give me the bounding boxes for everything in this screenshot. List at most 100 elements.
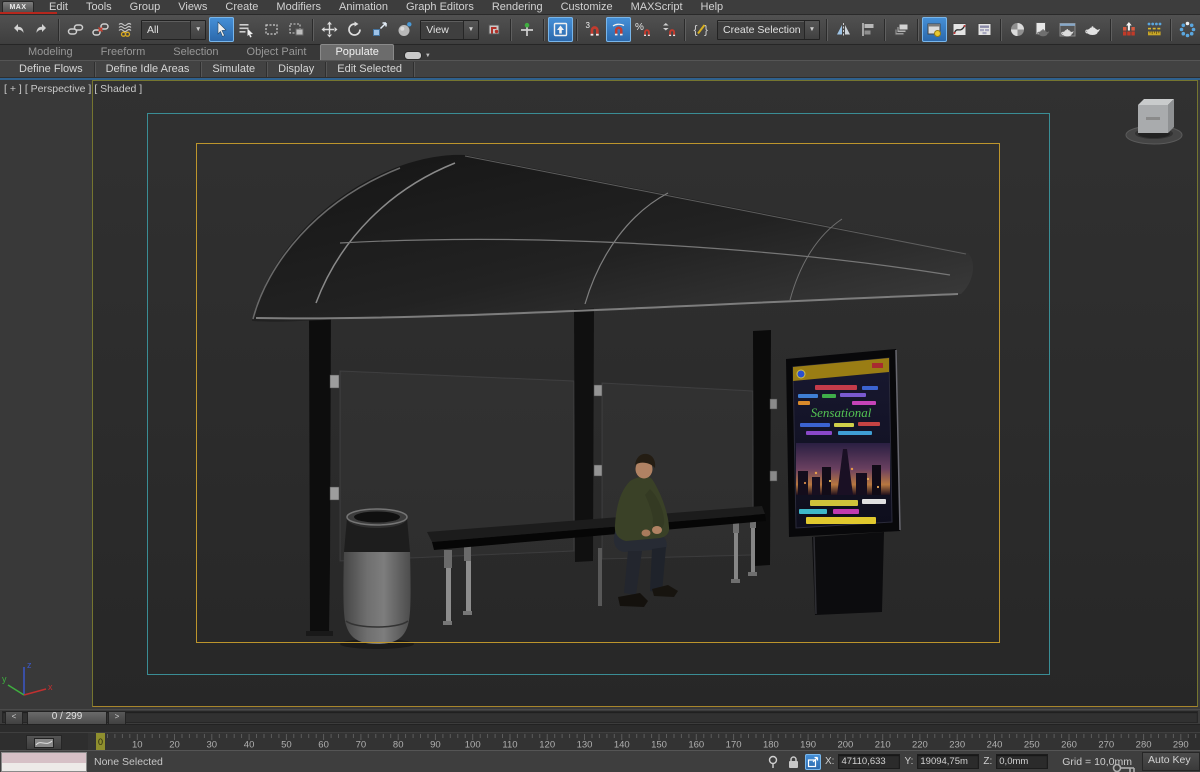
align-button[interactable] xyxy=(856,17,881,42)
toolbar-separator xyxy=(826,19,828,41)
z-coord-label: Z: xyxy=(983,756,992,767)
select-place-button[interactable] xyxy=(392,17,417,42)
tab-freeform[interactable]: Freeform xyxy=(87,45,160,60)
absolute-mode-toggle-icon[interactable] xyxy=(805,754,821,770)
view-cube[interactable] xyxy=(1126,99,1182,144)
select-move-button[interactable] xyxy=(317,17,342,42)
tab-object-paint[interactable]: Object Paint xyxy=(233,45,321,60)
select-scale-button[interactable] xyxy=(367,17,392,42)
layer-manager-button[interactable] xyxy=(889,17,914,42)
z-coord-field[interactable] xyxy=(996,754,1048,769)
populate-idle-button[interactable] xyxy=(1142,17,1167,42)
simulate-button[interactable]: Simulate xyxy=(201,62,267,77)
snap-3d-button[interactable]: 3 xyxy=(581,17,606,42)
tab-modeling[interactable]: Modeling xyxy=(14,45,87,60)
macro-recorder-line[interactable] xyxy=(2,753,86,763)
selection-lock-icon[interactable] xyxy=(785,754,801,770)
keyboard-override-button[interactable] xyxy=(548,17,573,42)
unlink-button[interactable] xyxy=(88,17,113,42)
next-frame-button[interactable]: > xyxy=(108,711,126,725)
menu-tools[interactable]: Tools xyxy=(77,1,121,14)
define-idle-areas-button[interactable]: Define Idle Areas xyxy=(95,62,202,77)
maxscript-mini-listener[interactable] xyxy=(1,752,87,772)
menu-views[interactable]: Views xyxy=(169,1,216,14)
render-setup-button[interactable] xyxy=(1030,17,1055,42)
percent-snap-button[interactable]: % xyxy=(631,17,656,42)
auto-key-button[interactable]: Auto Key xyxy=(1142,752,1200,771)
define-flows-button[interactable]: Define Flows xyxy=(8,62,95,77)
time-slider[interactable]: < 0 / 299 > xyxy=(0,709,1200,724)
viewport-pov-menu[interactable]: [ Perspective ] xyxy=(25,83,92,95)
menu-maxscript[interactable]: MAXScript xyxy=(622,1,692,14)
select-object-button[interactable] xyxy=(209,17,234,42)
svg-text:30: 30 xyxy=(207,740,218,751)
tab-selection[interactable]: Selection xyxy=(159,45,232,60)
menu-graph-editors[interactable]: Graph Editors xyxy=(397,1,483,14)
material-editor-button[interactable] xyxy=(1005,17,1030,42)
menu-items: EditToolsGroupViewsCreateModifiersAnimat… xyxy=(40,1,732,14)
window-crossing-button[interactable] xyxy=(284,17,309,42)
viewport[interactable]: Sensational xyxy=(0,80,1200,709)
redo-button[interactable] xyxy=(30,17,55,42)
schematic-view-button[interactable] xyxy=(972,17,997,42)
angle-snap-button[interactable] xyxy=(606,17,631,42)
viewport-shading-menu[interactable]: [ Shaded ] xyxy=(94,83,142,95)
mini-curve-editor-button[interactable] xyxy=(26,735,62,750)
chevron-down-icon[interactable]: ▼ xyxy=(463,21,478,39)
set-key-icon[interactable] xyxy=(1112,762,1138,772)
edit-selected-button[interactable]: Edit Selected xyxy=(326,62,414,77)
unlink-icon xyxy=(92,21,109,38)
select-link-button[interactable] xyxy=(63,17,88,42)
bind-spacewarp-icon xyxy=(117,21,134,38)
redo-icon xyxy=(34,21,51,38)
chevron-down-icon[interactable]: ▼ xyxy=(190,21,205,39)
time-slider-track[interactable] xyxy=(2,711,1198,723)
edit-named-selections-button[interactable]: {} xyxy=(689,17,714,42)
coord-system-dropdown[interactable]: View▼ xyxy=(420,20,479,40)
menu-group[interactable]: Group xyxy=(121,1,170,14)
x-coord-field[interactable] xyxy=(838,754,900,769)
select-by-name-button[interactable] xyxy=(234,17,259,42)
mirror-icon xyxy=(835,21,852,38)
populate-simulate-button[interactable] xyxy=(1175,17,1200,42)
previous-frame-button[interactable]: < xyxy=(5,711,23,725)
viewport-general-menu[interactable]: [ + ] xyxy=(4,83,22,95)
advertisement-panel[interactable]: Sensational xyxy=(786,349,900,615)
display-button[interactable]: Display xyxy=(267,62,326,77)
bind-spacewarp-button[interactable] xyxy=(113,17,138,42)
menu-create[interactable]: Create xyxy=(216,1,267,14)
menu-rendering[interactable]: Rendering xyxy=(483,1,552,14)
menu-help[interactable]: Help xyxy=(692,1,733,14)
curve-editor-button[interactable] xyxy=(947,17,972,42)
track-bar[interactable]: 1020304050607080901001101201301401501601… xyxy=(0,732,1200,750)
ribbon-options-button[interactable]: ▼ xyxy=(404,51,431,60)
track-bar-ruler[interactable]: 1020304050607080901001101201301401501601… xyxy=(0,733,1200,750)
time-slider-handle[interactable]: 0 / 299 xyxy=(27,711,107,725)
pin-icon[interactable] xyxy=(765,754,781,770)
spinner-snap-button[interactable] xyxy=(656,17,681,42)
chevron-down-icon[interactable]: ▼ xyxy=(804,21,819,39)
scene-explorer-button[interactable] xyxy=(922,17,947,42)
undo-button[interactable] xyxy=(5,17,30,42)
rect-selection-button[interactable] xyxy=(259,17,284,42)
selection-filter-dropdown[interactable]: All▼ xyxy=(141,20,206,40)
trash-can[interactable] xyxy=(340,509,414,649)
render-production-button[interactable] xyxy=(1080,17,1105,42)
populate-flow-button[interactable] xyxy=(1117,17,1142,42)
menu-animation[interactable]: Animation xyxy=(330,1,397,14)
select-rotate-button[interactable] xyxy=(342,17,367,42)
mirror-button[interactable] xyxy=(831,17,856,42)
select-manipulate-button[interactable] xyxy=(515,17,540,42)
y-coord-field[interactable] xyxy=(917,754,979,769)
rendered-frame-button[interactable] xyxy=(1055,17,1080,42)
tab-populate[interactable]: Populate xyxy=(320,44,393,60)
render-production-icon xyxy=(1084,21,1101,38)
menu-customize[interactable]: Customize xyxy=(552,1,622,14)
toolbar-separator xyxy=(510,19,512,41)
3ds-max-window: { "app": {"name": "3ds Max"}, "colors": … xyxy=(0,0,1200,763)
use-pivot-center-button[interactable] xyxy=(482,17,507,42)
named-selection-set-dropdown[interactable]: Create Selection Se▼ xyxy=(717,20,820,40)
menu-modifiers[interactable]: Modifiers xyxy=(267,1,330,14)
listener-line[interactable] xyxy=(2,763,86,771)
track-bar-key-area[interactable] xyxy=(0,724,1200,732)
